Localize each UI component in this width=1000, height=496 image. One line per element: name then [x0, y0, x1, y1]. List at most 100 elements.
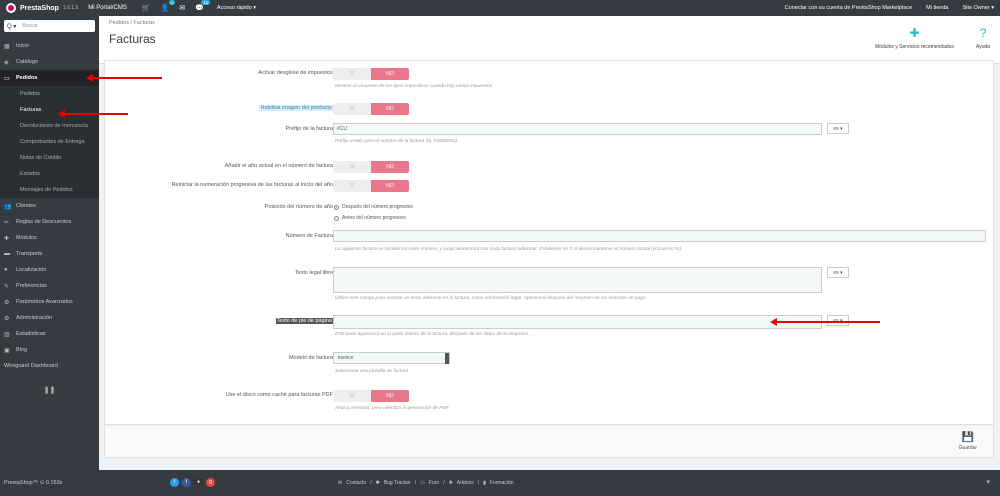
- tax-breakdown-help: Mostrar un resumen de los tipos impositi…: [335, 84, 494, 89]
- recommended-modules-button[interactable]: ✚ Módulos y Servicios recomendados: [875, 26, 954, 50]
- messages-icon[interactable]: 💬 13: [195, 0, 210, 12]
- credit-card-icon: ▭: [4, 75, 10, 82]
- addons-link[interactable]: Addons: [457, 480, 474, 486]
- forum-link[interactable]: Foro: [429, 480, 439, 486]
- training-link[interactable]: Formación: [490, 480, 514, 486]
- invoice-model-label: Modelo de factura: [288, 355, 333, 361]
- sidebar-sub-comprobantes[interactable]: Comprobantes de Entrega: [0, 134, 99, 150]
- sidebar-sub-pedidos[interactable]: Pedidos: [0, 86, 99, 102]
- sidebar-item-preferencias[interactable]: ✎ Preferencias: [0, 278, 99, 294]
- sidebar-item-blog[interactable]: ▣ Blog: [0, 342, 99, 358]
- add-year-switch[interactable]: SÍ NO: [333, 161, 409, 173]
- year-position-label: Posición del número de año: [264, 204, 333, 210]
- invoice-model-value: invoice: [338, 355, 354, 361]
- no-option[interactable]: NO: [371, 161, 409, 173]
- position-before-radio[interactable]: Antes del número progresivo: [334, 215, 406, 221]
- sidebar-sub-estados[interactable]: Estados: [0, 166, 99, 182]
- sidebar-sub-devoluciones[interactable]: Devoluciones de mercancía: [0, 118, 99, 134]
- legal-language-dropdown[interactable]: es ▾: [827, 267, 849, 278]
- help-label: Ayuda: [976, 44, 991, 50]
- no-option[interactable]: NO: [371, 390, 409, 402]
- legal-text-label: Texto legal libre: [294, 270, 333, 276]
- user-menu[interactable]: Site Owner ▾: [963, 5, 995, 11]
- tax-breakdown-switch[interactable]: SÍ NO: [333, 68, 409, 80]
- no-option[interactable]: NO: [371, 180, 409, 192]
- picture-icon: ▣: [4, 347, 10, 354]
- chat-icon: ▭: [420, 480, 425, 486]
- prefix-label: Prefijo de la factura: [285, 126, 333, 132]
- sidebar-item-modulos[interactable]: ✚ Módulos: [0, 230, 99, 246]
- twitter-icon[interactable]: t: [170, 478, 179, 487]
- annotation-arrow: [770, 318, 880, 326]
- prestashop-logo[interactable]: PrestaShop 1.6.1.5: [6, 3, 78, 13]
- marketplace-connect-link[interactable]: Conectar con su cuenta de PrestaShop Mar…: [785, 5, 913, 11]
- prefix-input[interactable]: #CU: [333, 123, 822, 135]
- sidebar-item-localizacion[interactable]: ● Localización: [0, 262, 99, 278]
- sidebar-item-label: Inicio: [16, 43, 29, 49]
- sidebar-item-descuentos[interactable]: ✂ Reglas de Descuentos: [0, 214, 99, 230]
- contact-link[interactable]: Contacto: [346, 480, 366, 486]
- sidebar-item-clientes[interactable]: 👥 Clientes: [0, 198, 99, 214]
- invoice-model-select[interactable]: invoice: [333, 352, 450, 364]
- no-option[interactable]: NO: [371, 68, 409, 80]
- users-icon: 👥: [4, 203, 12, 210]
- help-button[interactable]: ? Ayuda: [976, 26, 990, 50]
- save-button[interactable]: 💾 Guardar: [959, 432, 977, 451]
- breadcrumb[interactable]: Pedidos / Facturas: [109, 20, 155, 26]
- no-option[interactable]: NO: [371, 103, 409, 115]
- sidebar-item-label: Preferencias: [16, 283, 47, 289]
- sidebar-sub-mensajes[interactable]: Mensajes de Pedidos: [0, 182, 99, 198]
- envelope-icon[interactable]: ✉: [179, 4, 185, 12]
- reset-numbering-switch[interactable]: SÍ NO: [333, 180, 409, 192]
- yes-option[interactable]: SÍ: [333, 161, 371, 173]
- orders-badge: 1: [169, 0, 176, 5]
- sidebar-item-administracion[interactable]: ⚙ Administración: [0, 310, 99, 326]
- pdf-cache-switch[interactable]: SÍ NO: [333, 390, 409, 402]
- yes-option[interactable]: SÍ: [333, 180, 371, 192]
- product-image-switch[interactable]: SÍ NO: [333, 103, 409, 115]
- facebook-icon[interactable]: f: [182, 478, 191, 487]
- sidebar-sub-notas-credito[interactable]: Notas de Crédito: [0, 150, 99, 166]
- search-input[interactable]: Q ▾ Buscar: [4, 20, 95, 32]
- chevron-down-icon[interactable]: ▾: [986, 478, 990, 486]
- cog-icon: ⚙: [4, 315, 10, 322]
- sidebar-item-parametros[interactable]: ⚙ Parámetros Avanzados: [0, 294, 99, 310]
- sidebar-item-catalogo[interactable]: ◈ Catálogo: [0, 54, 99, 70]
- sidebar-item-wireguard[interactable]: Wireguard Dashboard: [0, 358, 99, 374]
- footer-text-textarea[interactable]: [333, 315, 822, 329]
- select-arrow-icon: [445, 353, 449, 364]
- customers-icon[interactable]: 👤 1: [161, 0, 176, 12]
- invoice-number-input[interactable]: [333, 230, 986, 242]
- cart-icon[interactable]: 🛒: [142, 4, 151, 12]
- my-shop-link[interactable]: Mi tienda: [926, 5, 948, 11]
- page-header: Pedidos / Facturas Facturas ✚ Módulos y …: [99, 16, 1000, 64]
- legal-text-textarea[interactable]: [333, 267, 822, 293]
- footer-text-label: Texto de pie de página: [275, 318, 333, 324]
- prefix-help: Prefijo usado para el nombre de la factu…: [335, 139, 459, 144]
- yes-option[interactable]: SÍ: [333, 390, 371, 402]
- sidebar-item-label: Reglas de Descuentos: [16, 219, 72, 225]
- legal-text-help: Utilice este campo para mostrar un texto…: [335, 296, 647, 301]
- product-image-label: Habilitar imagen del producto: [259, 105, 333, 111]
- quick-access-menu[interactable]: Acceso rápido ▾: [217, 5, 256, 11]
- sidebar-item-transporte[interactable]: ▬ Transporte: [0, 246, 99, 262]
- invoice-options-panel: Activar desglose de impuestos SÍ NO Mostr…: [104, 60, 994, 425]
- ticket-icon: ✂: [4, 219, 10, 226]
- brand-name: PrestaShop: [20, 4, 59, 12]
- search-placeholder: Buscar: [22, 23, 38, 29]
- collapse-sidebar-icon[interactable]: ❚❚: [0, 386, 99, 394]
- bug-tracker-link[interactable]: Bug Tracker: [384, 480, 411, 486]
- sidebar-item-pedidos[interactable]: ▭ Pedidos: [0, 70, 99, 86]
- yes-option[interactable]: SÍ: [333, 68, 371, 80]
- shop-link[interactable]: Mi Portal/CMS: [88, 5, 127, 11]
- google-plus-icon[interactable]: g: [206, 478, 215, 487]
- yes-option[interactable]: SÍ: [333, 103, 371, 115]
- position-after-radio[interactable]: Después del número progresivo: [334, 204, 413, 210]
- wrench-icon: ✎: [4, 283, 10, 290]
- sidebar-sub-facturas[interactable]: Facturas: [0, 102, 99, 118]
- reset-numbering-label: Reiniciar la numeración progresiva de la…: [171, 182, 333, 188]
- github-icon[interactable]: ●: [194, 478, 203, 487]
- sidebar-item-inicio[interactable]: ▦ Inicio: [0, 38, 99, 54]
- prefix-language-dropdown[interactable]: es ▾: [827, 123, 849, 134]
- sidebar-item-estadisticas[interactable]: ▥ Estadísticas: [0, 326, 99, 342]
